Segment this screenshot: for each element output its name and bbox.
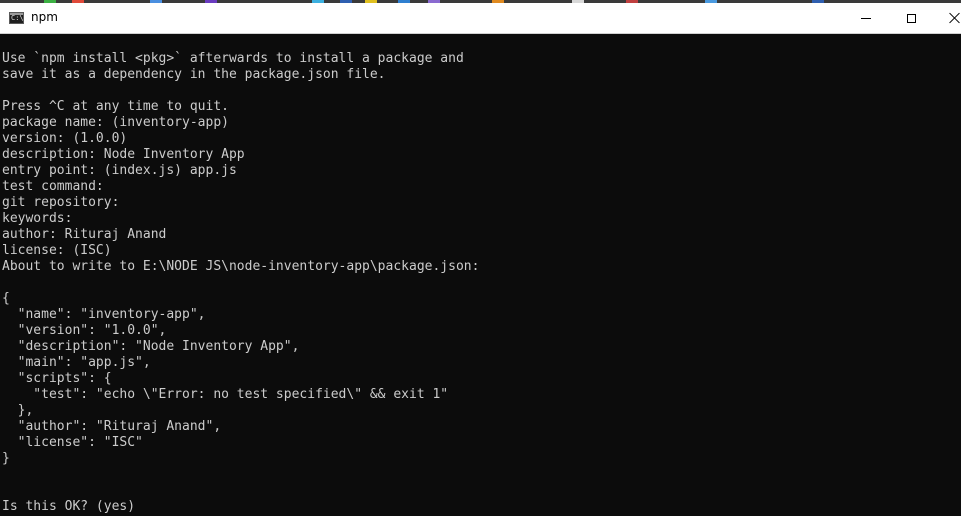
maximize-icon	[906, 13, 916, 23]
console-window: C:\_ npm Use `npm install <pkg>` afterwa…	[0, 0, 961, 516]
console-line: test command:	[2, 179, 104, 194]
console-line: version: (1.0.0)	[2, 131, 128, 146]
console-line: author: Rituraj Anand	[2, 227, 167, 242]
console-line: save it as a dependency in the package.j…	[2, 67, 386, 82]
console-line: "name": "inventory-app",	[2, 307, 206, 322]
console-area[interactable]: Use `npm install <pkg>` afterwards to in…	[0, 34, 961, 516]
console-line: }	[2, 451, 10, 466]
console-line: entry point: (index.js) app.js	[2, 163, 237, 178]
console-line: {	[2, 291, 10, 306]
console-line: "scripts": {	[2, 371, 112, 386]
console-line: description: Node Inventory App	[2, 147, 245, 162]
close-icon	[949, 12, 961, 24]
console-output: Use `npm install <pkg>` afterwards to in…	[2, 51, 479, 515]
console-line: Use `npm install <pkg>` afterwards to in…	[2, 51, 464, 66]
command-prompt-icon[interactable]: C:\_	[9, 12, 24, 24]
close-button[interactable]	[932, 3, 961, 33]
console-line: git repository:	[2, 195, 120, 210]
minimize-icon	[861, 17, 871, 19]
minimize-button[interactable]	[843, 3, 889, 33]
maximize-button[interactable]	[888, 3, 934, 33]
console-line: keywords:	[2, 211, 73, 226]
console-line: license: (ISC)	[2, 243, 112, 258]
console-line: },	[2, 403, 34, 418]
console-line: "version": "1.0.0",	[2, 323, 167, 338]
console-line: "test": "echo \"Error: no test specified…	[2, 387, 449, 402]
console-line: Press ^C at any time to quit.	[2, 99, 229, 114]
prompt-line[interactable]: Is this OK? (yes)	[2, 499, 479, 515]
console-line: package name: (inventory-app)	[2, 115, 229, 130]
console-line: "main": "app.js",	[2, 355, 151, 370]
console-line: "license": "ISC"	[2, 435, 143, 450]
window-title: npm	[31, 10, 58, 24]
console-line: About to write to E:\NODE JS\node-invent…	[2, 259, 480, 274]
console-line: "author": "Rituraj Anand",	[2, 419, 222, 434]
console-line: "description": "Node Inventory App",	[2, 339, 300, 354]
title-bar[interactable]: C:\_ npm	[0, 3, 961, 34]
